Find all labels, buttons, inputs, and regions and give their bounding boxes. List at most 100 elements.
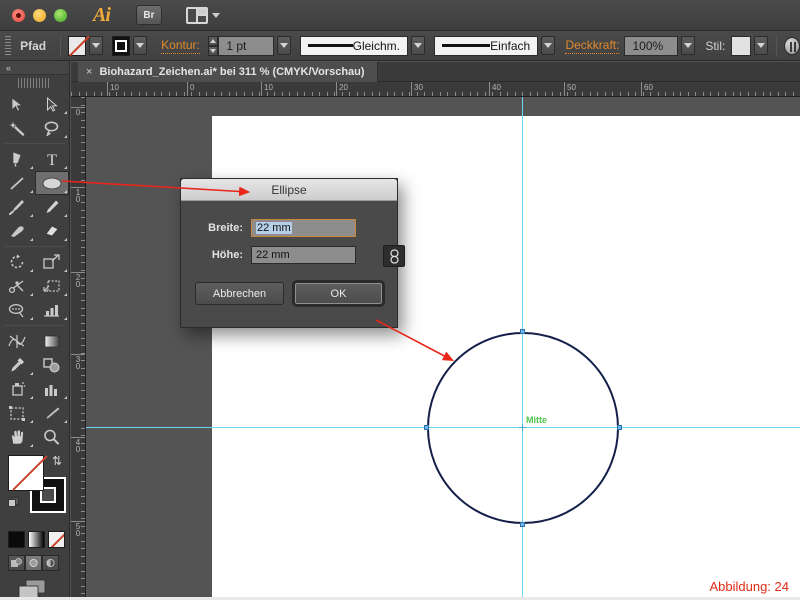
rotate-tool[interactable] — [0, 250, 35, 274]
stroke-weight-label[interactable]: Kontur: — [161, 38, 200, 54]
anchor-point-left[interactable] — [424, 425, 429, 430]
eraser-tool[interactable] — [35, 219, 70, 243]
control-bar-grip[interactable] — [5, 35, 12, 56]
collapse-panel-button[interactable]: « — [0, 61, 69, 75]
svg-text:T: T — [47, 152, 57, 167]
opacity-input[interactable]: 100% — [624, 35, 679, 56]
canvas-area[interactable]: Mitte — [86, 97, 800, 600]
free-transform-tool[interactable] — [35, 274, 70, 298]
zoom-tool[interactable] — [35, 425, 70, 449]
chevron-down-icon — [92, 43, 101, 48]
close-icon[interactable]: × — [86, 66, 92, 78]
draw-behind-icon[interactable] — [25, 555, 42, 571]
height-input[interactable]: 22 mm — [251, 246, 356, 264]
pen-tool[interactable] — [0, 147, 35, 171]
document-tab[interactable]: × Biohazard_Zeichen.ai* bei 311 % (CMYK/… — [78, 62, 378, 82]
ruler-label: 10 — [264, 83, 273, 92]
ruler-label: 2 0 — [75, 273, 81, 289]
fill-proxy-swatch[interactable] — [8, 455, 44, 491]
height-row: Höhe: 22 mm — [195, 246, 383, 264]
ellipse-tool[interactable] — [34, 171, 69, 195]
stroke-profile-dropdown-button[interactable] — [410, 36, 426, 55]
default-fill-stroke-icon[interactable] — [8, 497, 20, 509]
swap-fill-stroke-icon[interactable]: ⇅ — [52, 454, 62, 468]
ruler-label: 30 — [414, 83, 423, 92]
cancel-button[interactable]: Abbrechen — [195, 282, 284, 305]
hand-tool[interactable] — [0, 425, 35, 449]
gradient-button[interactable] — [28, 531, 45, 548]
width-input[interactable]: 22 mm — [251, 219, 356, 237]
constrain-proportions-button[interactable] — [383, 245, 405, 267]
anchor-point-bottom[interactable] — [520, 522, 525, 527]
figure-caption: Abbildung: 24 — [709, 579, 789, 594]
eyedropper-tool[interactable] — [0, 353, 35, 377]
bridge-button[interactable]: Br — [135, 5, 162, 25]
stroke-swatch[interactable] — [112, 35, 130, 56]
dialog-buttons: Abbrechen OK — [181, 273, 397, 305]
scale-tool[interactable] — [35, 250, 70, 274]
style-dropdown-button[interactable] — [753, 36, 769, 55]
brush-line-icon — [442, 44, 491, 47]
fill-dropdown-button[interactable] — [88, 36, 104, 55]
magic-wand-tool[interactable] — [0, 116, 35, 140]
ruler-label: 0 — [75, 108, 81, 117]
brush-dropdown-button[interactable] — [541, 36, 556, 55]
symbol-sprayer-tool[interactable] — [0, 377, 35, 401]
knife-tool[interactable] — [35, 401, 70, 425]
none-button[interactable] — [48, 531, 65, 548]
line-segment-tool[interactable] — [0, 171, 35, 195]
ruler-label: 5 0 — [75, 522, 81, 538]
type-tool[interactable]: T — [35, 147, 70, 171]
dialog-title: Ellipse — [181, 179, 397, 201]
color-button[interactable] — [8, 531, 25, 548]
tool-flyout-corner-icon — [29, 444, 33, 447]
tools-divider — [4, 246, 65, 247]
graph-tool[interactable] — [35, 377, 70, 401]
pencil-tool[interactable] — [35, 195, 70, 219]
direct-selection-tool[interactable] — [35, 92, 70, 116]
anchor-point-right[interactable] — [617, 425, 622, 430]
stroke-weight-stepper[interactable] — [207, 35, 219, 56]
ellipse-dialog[interactable]: Ellipse Breite: 22 mm Höhe: 22 mm Abbrec… — [180, 178, 405, 328]
scissors-tool[interactable] — [0, 274, 35, 298]
stroke-weight-input[interactable]: 1 pt — [218, 35, 274, 56]
stroke-dropdown-button[interactable] — [132, 36, 148, 55]
draw-normal-icon[interactable] — [8, 555, 25, 571]
brush-select[interactable]: Einfach — [434, 35, 539, 56]
horizontal-ruler[interactable]: 10 0 10 20 30 40 50 60 — [71, 82, 800, 97]
chevron-down-icon — [279, 43, 288, 48]
stroke-profile-select[interactable]: Gleichm. — [299, 35, 408, 56]
tools-divider — [4, 325, 65, 326]
opacity-dropdown-button[interactable] — [681, 36, 696, 55]
anchor-point-top[interactable] — [520, 329, 525, 334]
mesh-tool[interactable] — [0, 329, 35, 353]
draw-inside-icon[interactable] — [42, 555, 59, 571]
tool-flyout-corner-icon — [64, 111, 67, 114]
ruler-label: 50 — [567, 83, 576, 92]
control-bar: Pfad Kontur: 1 pt Gleichm. Einfach Deckk… — [0, 31, 800, 61]
ok-button[interactable]: OK — [294, 282, 383, 305]
artboard-tool[interactable] — [0, 401, 35, 425]
opacity-label[interactable]: Deckkraft: — [565, 38, 620, 54]
column-graph-tool[interactable] — [35, 298, 70, 322]
chevron-down-icon — [211, 12, 220, 18]
minimize-dot[interactable] — [33, 8, 46, 22]
tools-panel-grip[interactable] — [18, 78, 51, 88]
blob-brush-tool[interactable] — [0, 219, 35, 243]
lasso-tool[interactable] — [35, 116, 70, 140]
arrange-documents-button[interactable] — [185, 6, 220, 24]
perspective-grid-tool[interactable] — [0, 298, 35, 322]
paintbrush-tool[interactable] — [0, 195, 35, 219]
stroke-weight-dropdown-button[interactable] — [276, 36, 291, 55]
zoom-dot[interactable] — [54, 8, 67, 22]
ruler-label: 20 — [339, 83, 348, 92]
close-dot[interactable] — [12, 8, 25, 22]
gradient-tool[interactable] — [35, 329, 70, 353]
style-swatch[interactable] — [731, 35, 751, 56]
fill-swatch[interactable] — [68, 35, 86, 56]
panel-options-icon[interactable] — [784, 36, 800, 55]
vertical-ruler[interactable]: 0 1 0 2 0 3 0 4 0 5 0 — [71, 97, 86, 600]
selection-tool[interactable] — [0, 92, 35, 116]
blend-tool[interactable] — [35, 353, 70, 377]
tool-flyout-corner-icon — [29, 396, 33, 399]
